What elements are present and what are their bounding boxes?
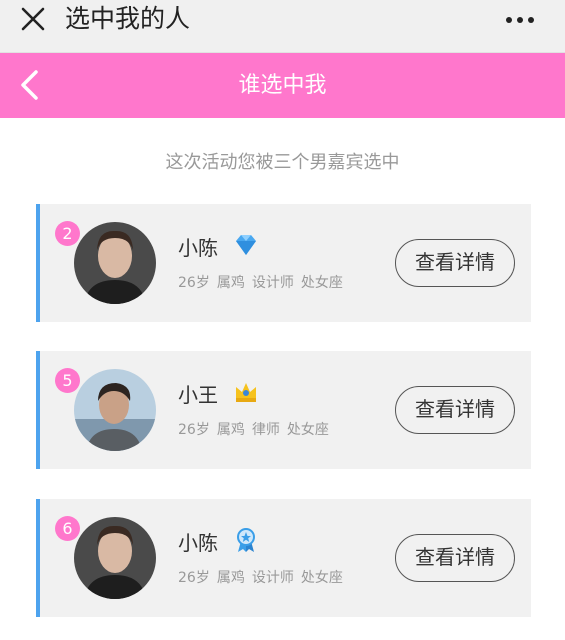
more-options-icon[interactable] (505, 16, 535, 24)
guest-number-badge: 2 (55, 221, 80, 246)
guest-job: 设计师 (251, 570, 294, 586)
guest-job: 设计师 (251, 275, 294, 291)
guest-number-badge: 5 (55, 368, 80, 393)
guest-zodiac: 属鸡 (216, 422, 245, 438)
guest-info: 26岁 属鸡 律师 处女座 (178, 419, 336, 439)
guest-age: 26岁 (178, 275, 210, 291)
guest-job: 律师 (251, 422, 280, 438)
guest-constellation: 处女座 (300, 570, 343, 586)
close-icon[interactable] (20, 6, 46, 32)
crown-icon (236, 383, 256, 402)
view-details-button[interactable]: 查看详情 (395, 386, 515, 434)
wechat-page-title: 选中我的人 (65, 4, 191, 33)
guest-number-badge: 6 (55, 516, 80, 541)
app-header: 谁选中我 (0, 53, 565, 118)
medal-icon (237, 528, 255, 552)
guest-zodiac: 属鸡 (216, 275, 245, 291)
view-details-button[interactable]: 查看详情 (395, 239, 515, 287)
guest-name: 小陈 (178, 236, 218, 260)
selection-summary: 这次活动您被三个男嘉宾选中 (165, 152, 400, 173)
guest-card: 5 小王 26岁 属鸡 律师 处女座 查看详情 (36, 351, 531, 469)
avatar[interactable] (74, 369, 156, 451)
guest-card: 2 小陈 26岁 属鸡 设计师 处女座 查看详情 (36, 204, 531, 322)
guest-constellation: 处女座 (286, 422, 329, 438)
guest-name: 小陈 (178, 531, 218, 555)
page-title: 谁选中我 (238, 73, 327, 98)
wechat-title-bar: 选中我的人 (0, 0, 565, 53)
guest-info: 26岁 属鸡 设计师 处女座 (178, 272, 350, 292)
avatar[interactable] (74, 222, 156, 304)
diamond-icon (236, 235, 256, 255)
guest-card: 6 小陈 26岁 属鸡 设计师 处女座 查看详情 (36, 499, 531, 617)
avatar[interactable] (74, 517, 156, 599)
guest-constellation: 处女座 (300, 275, 343, 291)
guest-age: 26岁 (178, 422, 210, 438)
guest-age: 26岁 (178, 570, 210, 586)
view-details-button[interactable]: 查看详情 (395, 534, 515, 582)
guest-zodiac: 属鸡 (216, 570, 245, 586)
guest-name: 小王 (178, 383, 218, 407)
guest-info: 26岁 属鸡 设计师 处女座 (178, 567, 350, 587)
